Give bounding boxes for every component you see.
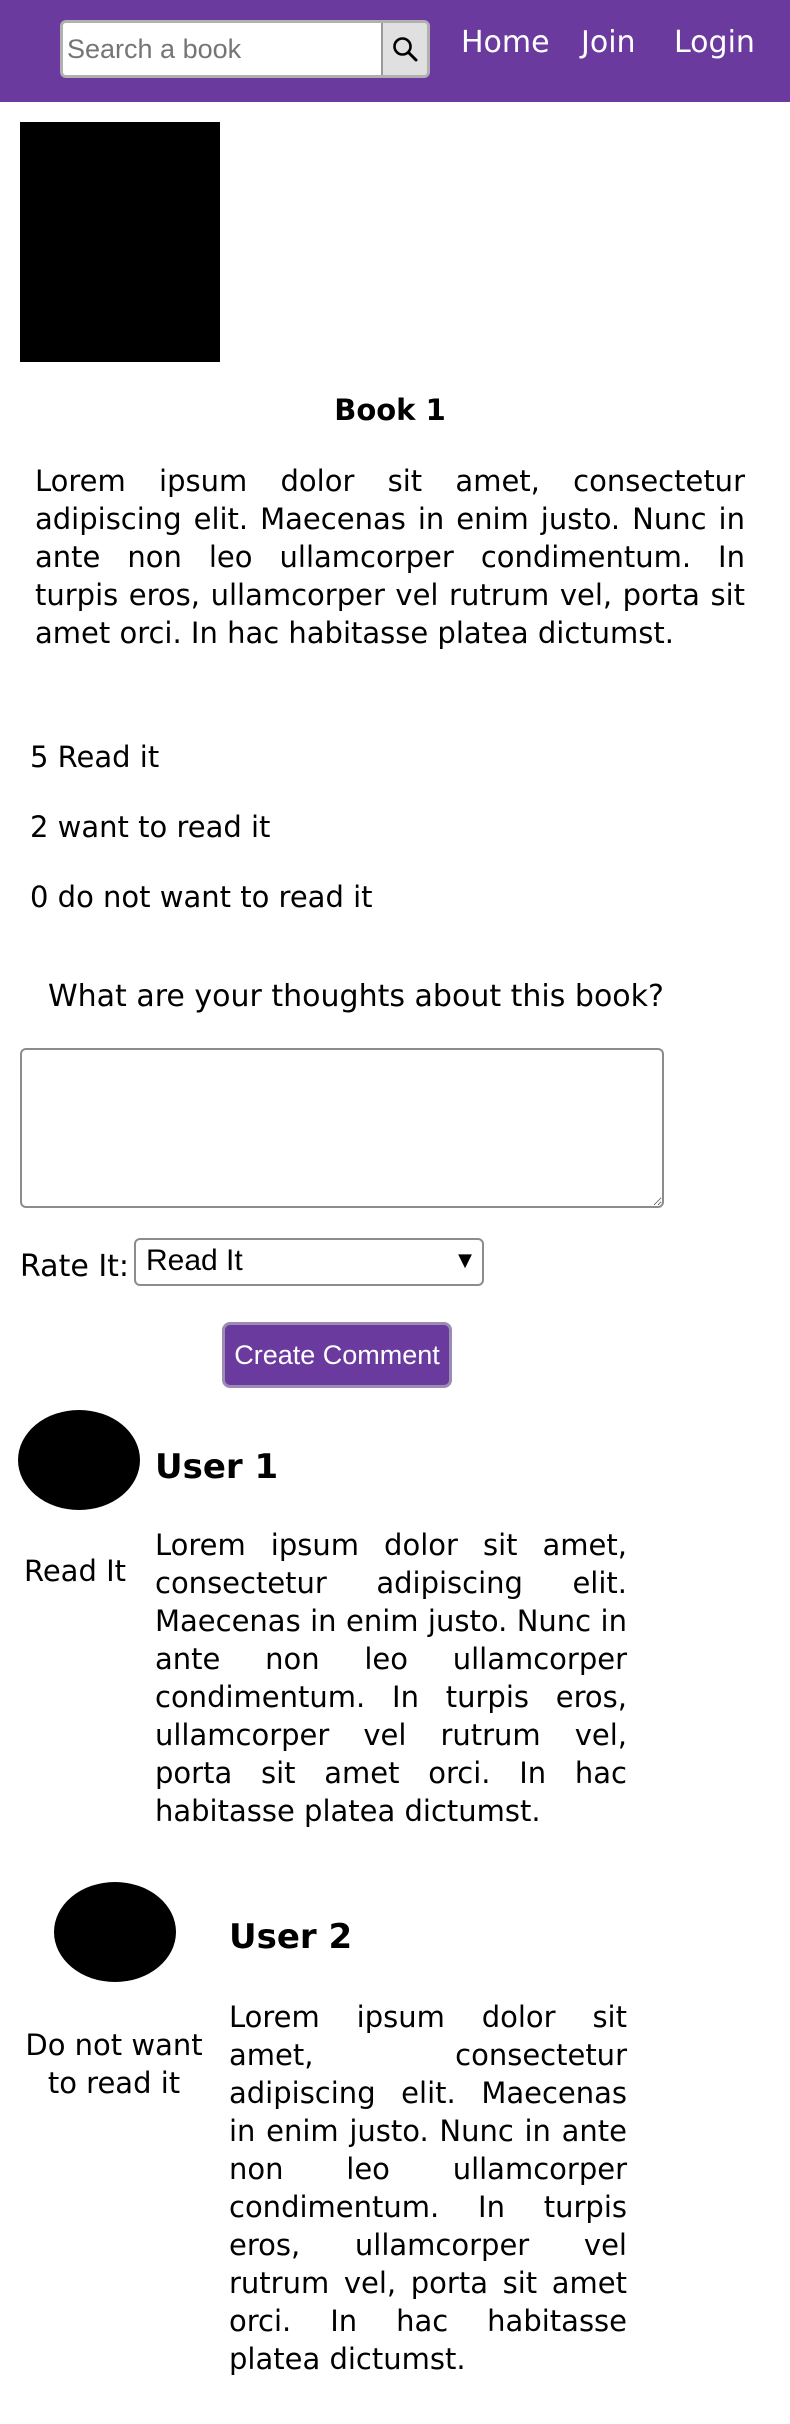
search-button[interactable] [381,23,427,75]
avatar [54,1882,176,1982]
rate-label: Rate It: [20,1249,130,1284]
nav-link-join[interactable]: Join [581,20,636,66]
book-cover-image [20,122,220,362]
dropdown-arrow-icon: ▼ [458,1250,472,1271]
search-input[interactable] [63,23,381,75]
comment-user-name: User 1 [155,1447,279,1487]
rate-select[interactable]: Read It ▼ [134,1238,484,1286]
book-description: Lorem ipsum dolor sit amet, consectetur … [35,464,745,650]
comment-rating: Do not want to read it [25,2028,203,2100]
comment-user-name: User 2 [229,1917,353,1957]
search-icon [393,37,418,62]
comment-textarea[interactable] [20,1048,664,1208]
comment-rating: Read It [23,1554,126,1588]
nav-link-login[interactable]: Login [674,20,755,66]
nav-link-home[interactable]: Home [461,20,550,66]
stat-want-to-read: 2 want to read it [30,810,271,844]
create-comment-button[interactable]: Create Comment [222,1322,452,1388]
comment-prompt: What are your thoughts about this book? [48,979,664,1014]
avatar [18,1410,140,1510]
stat-not-want-to-read: 0 do not want to read it [30,880,373,914]
comment-text: Lorem ipsum dolor sit amet, consectetur … [229,2000,627,2376]
rate-selected-value: Read It [146,1244,243,1277]
navbar: Home Join Login [0,0,790,102]
search-box [60,20,430,78]
stat-read-it: 5 Read it [30,740,160,774]
book-title: Book 1 [334,393,446,427]
comment-text: Lorem ipsum dolor sit amet, consectetur … [155,1528,627,1828]
